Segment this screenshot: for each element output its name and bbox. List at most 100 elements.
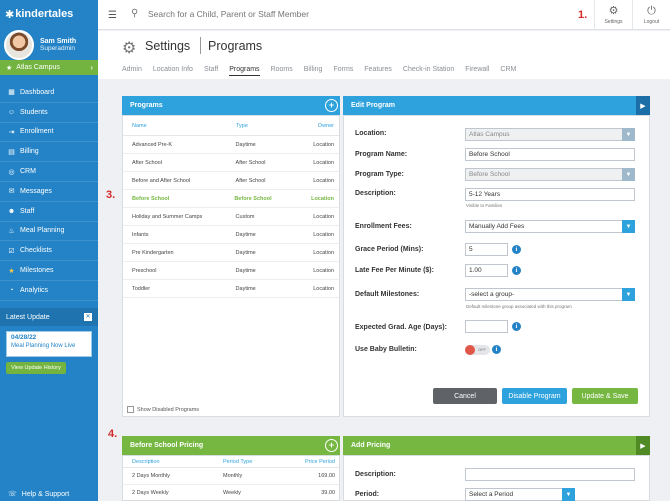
program-type-cell: Daytime — [235, 267, 256, 274]
logout-icon: ⏻ — [647, 5, 656, 17]
table-row[interactable]: Preschool Daytime Location — [123, 262, 339, 280]
program-name-cell: Pre Kindergarten — [132, 249, 174, 256]
column-name[interactable]: Name — [132, 123, 236, 129]
grace-period-input[interactable]: 5 — [465, 243, 508, 256]
program-name-value: Before School — [469, 151, 510, 158]
add-program-icon[interactable]: + — [325, 99, 338, 112]
pricing-description-input[interactable] — [465, 468, 635, 481]
table-row[interactable]: After School After School Location — [123, 154, 339, 172]
info-icon[interactable]: i — [512, 245, 521, 254]
table-row[interactable]: Toddler Daytime Location — [123, 280, 339, 298]
tab-check-in-station[interactable]: Check-in Station — [403, 66, 454, 76]
baby-bulletin-toggle[interactable]: OFF — [465, 345, 490, 355]
logo-text: kindertales — [15, 8, 74, 20]
add-pricing-icon[interactable]: + — [325, 439, 338, 452]
logout-button[interactable]: ⏻ Logout — [632, 0, 670, 30]
sidebar-item-students[interactable]: ☺ Students — [0, 103, 98, 123]
sidebar-item-checklists[interactable]: ☑ Checklists — [0, 241, 98, 262]
tab-forms[interactable]: Forms — [333, 66, 353, 76]
enrollment-fees-select[interactable]: Manually Add Fees ▼ — [465, 220, 635, 233]
hamburger-menu-icon[interactable]: ☰ — [108, 10, 117, 21]
program-name-input[interactable]: Before School — [465, 148, 635, 161]
programs-panel-title: Programs — [130, 102, 163, 109]
tab-rooms[interactable]: Rooms — [271, 66, 293, 76]
tab-location-info[interactable]: Location Info — [153, 66, 193, 76]
show-disabled-checkbox[interactable] — [127, 406, 134, 413]
sidebar-item-milestones[interactable]: ★ Milestones — [0, 261, 98, 281]
table-row[interactable]: Advanced Pre-K Daytime Location — [123, 136, 339, 154]
disable-program-button[interactable]: Disable Program — [502, 388, 567, 404]
pricing-list: Description Period Type Price Period 2 D… — [122, 455, 340, 501]
program-owner-cell: Location — [313, 159, 334, 166]
table-row[interactable]: 2 Days Weekly Weekly 39.00 — [123, 485, 339, 501]
pricing-description-label: Description: — [355, 471, 396, 478]
table-row[interactable]: 2 Days Monthly Monthly 169.00 — [123, 468, 339, 485]
sidebar-item-crm[interactable]: ◎ CRM — [0, 162, 98, 182]
table-row[interactable]: Before School Before School Location — [123, 190, 339, 208]
play-icon[interactable]: ▶ — [636, 436, 650, 455]
tab-billing[interactable]: Billing — [304, 66, 323, 76]
sidebar-item-billing[interactable]: ▤ Billing — [0, 142, 98, 163]
tab-admin[interactable]: Admin — [122, 66, 142, 76]
search-input[interactable] — [148, 6, 408, 22]
view-update-history-button[interactable]: View Update History — [6, 362, 66, 374]
description-input[interactable]: 5-12 Years — [465, 188, 635, 201]
info-icon[interactable]: i — [512, 322, 521, 331]
help-support-link[interactable]: ☏ Help & Support — [0, 487, 98, 501]
sidebar-item-staff[interactable]: ☻ Staff — [0, 202, 98, 222]
update-text: Meal Planning Now Live — [11, 343, 76, 349]
tab-features[interactable]: Features — [364, 66, 392, 76]
column-price-period[interactable]: Price Period — [303, 459, 335, 465]
cancel-button[interactable]: Cancel — [433, 388, 497, 404]
table-row[interactable]: Before and After School After School Locat… — [123, 172, 339, 190]
program-type-select[interactable]: Before School ▼ — [465, 168, 635, 181]
update-save-button[interactable]: Update & Save — [572, 388, 638, 404]
sidebar-item-label: Milestones — [20, 267, 54, 275]
sidebar-item-label: Staff — [20, 207, 35, 215]
table-row[interactable]: Infants Daytime Location — [123, 226, 339, 244]
column-description[interactable]: Description — [132, 459, 223, 465]
annotation-4: 4. — [108, 428, 118, 440]
sidebar-item-dashboard[interactable]: ▦ Dashboard — [0, 83, 98, 103]
campus-name: Atlas Campus — [16, 64, 60, 71]
column-type[interactable]: Type — [236, 123, 314, 129]
program-type-cell: Custom — [235, 213, 255, 220]
play-icon[interactable]: ▶ — [636, 96, 650, 115]
program-type-cell: After School — [235, 159, 266, 166]
tab-crm[interactable]: CRM — [500, 66, 516, 76]
settings-tabs: Admin Location Info Staff Programs Rooms… — [122, 66, 527, 76]
column-period-type[interactable]: Period Type — [223, 459, 303, 465]
page-title: Settings — [145, 39, 191, 53]
settings-button[interactable]: ⚙ Settings — [594, 0, 632, 30]
sidebar-item-analytics[interactable]: ◔ Analytics — [0, 281, 98, 301]
info-icon[interactable]: i — [492, 345, 501, 354]
update-card[interactable]: 04/28/22 Meal Planning Now Live — [6, 331, 92, 357]
period-select[interactable]: Select a Period ▼ — [465, 488, 575, 501]
sidebar-item-enrollment[interactable]: ⇥ Enrollment — [0, 123, 98, 143]
campus-selector[interactable]: ★ Atlas Campus › — [0, 60, 98, 75]
late-fee-input[interactable]: 1.00 — [465, 264, 508, 277]
tab-staff[interactable]: Staff — [204, 66, 218, 76]
toggle-knob — [465, 345, 475, 355]
show-disabled-programs[interactable]: Show Disabled Programs — [127, 406, 199, 413]
close-icon[interactable]: ✕ — [84, 313, 92, 321]
table-row[interactable]: Holiday and Summer Camps Custom Location — [123, 208, 339, 226]
location-select[interactable]: Atlas Campus ▼ — [465, 128, 635, 141]
logo[interactable]: ✱ kindertales — [0, 0, 98, 28]
tab-firewall[interactable]: Firewall — [465, 66, 489, 76]
expected-grad-input[interactable] — [465, 320, 508, 333]
user-profile[interactable]: Sam Smith Superadmin — [0, 30, 98, 60]
program-type-cell: Daytime — [235, 231, 256, 238]
column-owner[interactable]: Owner — [314, 123, 334, 129]
enrollment-fees-label: Enrollment Fees: — [355, 223, 412, 230]
chevron-down-icon: ▼ — [622, 128, 635, 141]
sidebar-item-meal-planning[interactable]: ♨ Meal Planning — [0, 222, 98, 242]
info-icon[interactable]: i — [512, 266, 521, 275]
sidebar-item-messages[interactable]: ✉ Messages — [0, 182, 98, 202]
chevron-right-icon: › — [90, 63, 93, 72]
location-value: Atlas Campus — [469, 131, 510, 138]
tab-programs[interactable]: Programs — [229, 66, 260, 76]
edit-program-header: Edit Program ▶ — [343, 96, 650, 115]
table-row[interactable]: Pre Kindergarten Daytime Location — [123, 244, 339, 262]
default-milestones-select[interactable]: -select a group- ▼ — [465, 288, 635, 301]
